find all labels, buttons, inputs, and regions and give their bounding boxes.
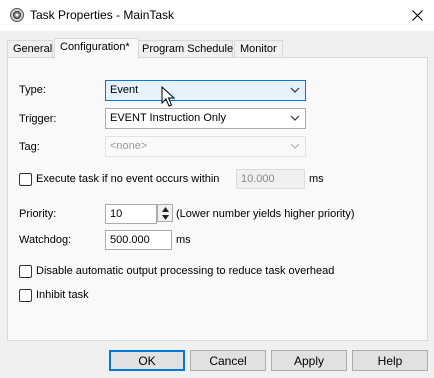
execute-timeout-value: 10.000: [241, 173, 275, 185]
tag-label: Tag:: [19, 141, 40, 153]
chevron-down-icon: [290, 115, 300, 121]
tab-configuration[interactable]: Configuration*: [54, 38, 139, 59]
spin-down-button[interactable]: [158, 213, 172, 221]
execute-unit-label: ms: [309, 173, 324, 185]
window-title: Task Properties - MainTask: [30, 8, 175, 22]
help-label: Help: [377, 354, 403, 368]
tab-monitor[interactable]: Monitor: [234, 40, 283, 58]
title-bar: Task Properties - MainTask: [0, 0, 434, 31]
tab-strip: General Configuration* Program Schedule …: [7, 38, 427, 59]
execute-timeout-field[interactable]: 10.000: [236, 169, 305, 189]
caret-up-icon: [161, 206, 169, 212]
cancel-label: Cancel: [209, 354, 247, 368]
caret-down-icon: [161, 214, 169, 220]
execute-task-label: Execute task if no event occurs within: [36, 173, 220, 185]
apply-button[interactable]: Apply: [271, 350, 347, 371]
inhibit-task-label: Inhibit task: [36, 289, 89, 301]
cancel-button[interactable]: Cancel: [190, 350, 266, 371]
tab-label: Configuration*: [60, 41, 130, 53]
ok-label: OK: [138, 354, 156, 368]
type-value: Event: [110, 84, 139, 96]
execute-task-checkbox[interactable]: [19, 173, 32, 186]
tag-value: <none>: [110, 140, 148, 152]
gear-icon: [10, 8, 24, 22]
watchdog-label: Watchdog:: [19, 234, 72, 246]
trigger-dropdown[interactable]: EVENT Instruction Only: [105, 108, 306, 129]
watchdog-field[interactable]: 500.000: [105, 230, 172, 250]
priority-label: Priority:: [19, 208, 57, 220]
chevron-down-icon: [290, 87, 300, 93]
apply-label: Apply: [293, 354, 325, 368]
priority-hint: (Lower number yields higher priority): [176, 208, 355, 220]
inhibit-task-checkbox[interactable]: [19, 289, 32, 302]
mouse-cursor-icon: [161, 86, 175, 107]
watchdog-unit-label: ms: [176, 234, 191, 246]
priority-field[interactable]: 10: [105, 204, 157, 224]
tab-general[interactable]: General: [7, 40, 53, 58]
help-button[interactable]: Help: [352, 350, 428, 371]
type-label: Type:: [19, 84, 46, 96]
priority-value: 10: [110, 208, 123, 220]
trigger-value: EVENT Instruction Only: [110, 112, 226, 124]
tab-program-schedule[interactable]: Program Schedule: [136, 40, 233, 58]
watchdog-value: 500.000: [110, 234, 150, 246]
priority-spinner[interactable]: [157, 204, 173, 222]
close-button[interactable]: [400, 0, 434, 31]
type-dropdown[interactable]: Event: [105, 80, 306, 101]
tab-label: Program Schedule: [142, 43, 234, 55]
disable-output-checkbox[interactable]: [19, 265, 32, 278]
ok-button[interactable]: OK: [109, 350, 185, 371]
spin-up-button[interactable]: [158, 205, 172, 213]
chevron-down-icon: [290, 143, 300, 149]
disable-output-label: Disable automatic output processing to r…: [36, 265, 335, 277]
tab-label: General: [13, 43, 53, 55]
close-icon: [411, 10, 423, 21]
trigger-label: Trigger:: [19, 113, 57, 125]
tab-label: Monitor: [240, 43, 277, 55]
tag-dropdown[interactable]: <none>: [105, 136, 306, 157]
